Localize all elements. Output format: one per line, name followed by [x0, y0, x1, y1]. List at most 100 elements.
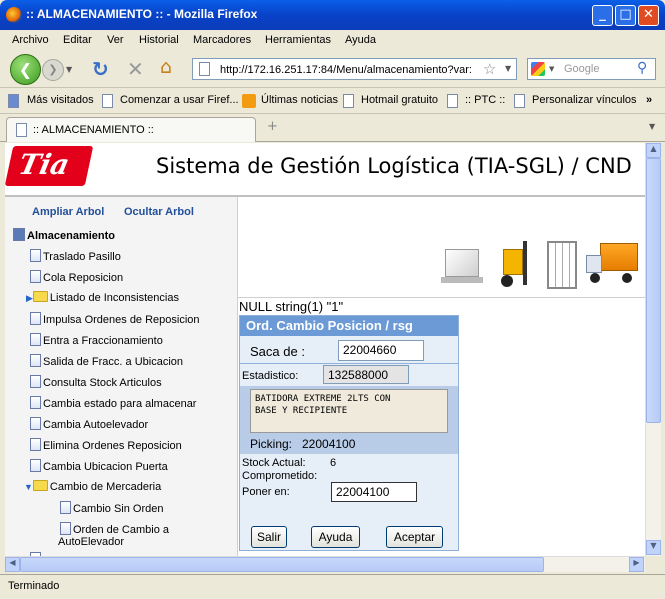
- tree-item-cambia-ubicacion[interactable]: Cambia Ubicacion Puerta: [30, 459, 168, 473]
- tab-label: :: ALMACENAMIENTO ::: [33, 124, 154, 136]
- chevron-right-icon[interactable]: »: [646, 94, 652, 106]
- home-icon[interactable]: ⌂: [160, 56, 172, 78]
- menu-herramientas[interactable]: Herramientas: [265, 34, 331, 46]
- window-title-bar[interactable]: :: ALMACENAMIENTO :: - Mozilla Firefox _…: [0, 0, 665, 30]
- aceptar-button[interactable]: Aceptar: [386, 526, 443, 548]
- menu-bar: Archivo Editar Ver Historial Marcadores …: [0, 30, 665, 50]
- maximize-button[interactable]: □: [615, 5, 636, 26]
- tree-item-cambia-estado[interactable]: Cambia estado para almacenar: [30, 396, 196, 410]
- tree-item-label: Cambia estado para almacenar: [43, 398, 197, 410]
- tree-item-listado-inconsistencias[interactable]: ▶ Listado de Inconsistencias: [26, 291, 179, 304]
- google-icon[interactable]: [531, 62, 545, 76]
- hide-tree-link[interactable]: Ocultar Arbol: [124, 206, 194, 218]
- cage-cart-icon: [547, 241, 577, 289]
- search-icon[interactable]: ⚲: [637, 60, 647, 76]
- estadistico-field: 132588000: [323, 365, 409, 384]
- tree-item-label: Salida de Fracc. a Ubicacion: [43, 356, 184, 368]
- bookmarks-icon: [8, 94, 19, 108]
- menu-ayuda[interactable]: Ayuda: [345, 34, 376, 46]
- tree-item-label: Cambia Ubicacion Puerta: [43, 461, 168, 473]
- search-box[interactable]: ▼ Google ⚲: [527, 58, 656, 80]
- computer-icon: [13, 228, 25, 241]
- document-icon: [30, 375, 41, 388]
- scroll-thumb[interactable]: [646, 158, 661, 423]
- scroll-right-icon[interactable]: ▶: [629, 557, 644, 572]
- expand-arrow-icon[interactable]: ▶: [26, 293, 33, 303]
- scroll-down-icon[interactable]: ▼: [646, 540, 661, 555]
- poner-field[interactable]: 22004100: [331, 482, 417, 502]
- ayuda-button[interactable]: Ayuda: [311, 526, 360, 548]
- truck-icon: [586, 243, 640, 287]
- document-icon: [30, 249, 41, 262]
- description-box: BATIDORA EXTREME 2LTS CON BASE Y RECIPIE…: [250, 389, 448, 433]
- form-panel: Ord. Cambio Posicion / rsg Saca de : 220…: [239, 315, 459, 551]
- forklift-icon: [495, 241, 539, 289]
- menu-marcadores[interactable]: Marcadores: [193, 34, 251, 46]
- tree-item-salida-fracc[interactable]: Salida de Fracc. a Ubicacion: [30, 354, 183, 368]
- description-line-1: BATIDORA EXTREME 2LTS CON: [255, 394, 391, 404]
- bookmark-personalizar[interactable]: Personalizar vínculos: [532, 94, 637, 106]
- tree-subitem-orden-cambio[interactable]: Orden de Cambio a: [60, 522, 169, 536]
- bookmark-star-icon[interactable]: ☆: [483, 60, 496, 78]
- hscroll-thumb[interactable]: [20, 557, 544, 572]
- tree-item-label: Traslado Pasillo: [43, 251, 121, 263]
- bookmark-ultimas-noticias[interactable]: Últimas noticias: [261, 94, 338, 106]
- tab-list-icon[interactable]: ▼: [649, 122, 655, 131]
- search-engine-dropdown-icon[interactable]: ▼: [549, 65, 554, 73]
- bookmark-comenzar[interactable]: Comenzar a usar Firef...: [120, 94, 239, 106]
- tab-almacenamiento[interactable]: :: ALMACENAMIENTO ::: [6, 117, 256, 142]
- tree-root-label: Almacenamiento: [27, 230, 116, 242]
- page-icon: [102, 94, 113, 108]
- tree-item-cambio-mercaderia[interactable]: ▼ Cambio de Mercaderia: [24, 480, 161, 493]
- scroll-left-icon[interactable]: ◀: [5, 557, 20, 572]
- tree-item-traslado-pasillo[interactable]: Traslado Pasillo: [30, 249, 121, 263]
- document-icon: [30, 312, 41, 325]
- document-icon: [30, 270, 41, 283]
- search-placeholder: Google: [564, 63, 600, 75]
- menu-ver[interactable]: Ver: [107, 34, 124, 46]
- saca-field[interactable]: 22004660: [338, 340, 424, 361]
- document-icon: [30, 438, 41, 451]
- tree-item-label: Orden de Cambio a: [73, 524, 169, 536]
- reload-icon[interactable]: ↻: [92, 57, 109, 81]
- description-line-2: BASE Y RECIPIENTE: [255, 406, 348, 416]
- history-dropdown-icon[interactable]: ▼: [66, 65, 72, 74]
- forward-icon[interactable]: ❯: [42, 59, 64, 81]
- page-icon: [447, 94, 458, 108]
- bookmark-ptc[interactable]: :: PTC ::: [465, 94, 505, 106]
- tree-item-cola-reposicion[interactable]: Cola Reposicion: [30, 270, 123, 284]
- tree-item-cambia-autoelevador[interactable]: Cambia Autoelevador: [30, 417, 148, 431]
- menu-historial[interactable]: Historial: [139, 34, 179, 46]
- tree-root[interactable]: Almacenamiento: [13, 228, 115, 242]
- tree-item-consulta-stock[interactable]: Consulta Stock Articulos: [30, 375, 162, 389]
- back-icon[interactable]: ❮: [10, 54, 41, 85]
- tree-subitem-cambio-sin-orden[interactable]: Cambio Sin Orden: [60, 501, 164, 515]
- minimize-button[interactable]: _: [592, 5, 613, 26]
- new-tab-icon[interactable]: +: [267, 119, 278, 134]
- folder-open-icon: [32, 480, 48, 491]
- horizontal-scrollbar[interactable]: ◀ ▶: [5, 556, 645, 572]
- url-dropdown-icon[interactable]: ▼: [505, 64, 511, 73]
- tree-item-label: Cambio Sin Orden: [73, 503, 164, 515]
- page-icon: [343, 94, 354, 108]
- tree-subitem-orden-cambio-line2[interactable]: AutoElevador: [58, 536, 124, 548]
- menu-archivo[interactable]: Archivo: [12, 34, 49, 46]
- bookmark-mas-visitados[interactable]: Más visitados: [27, 94, 94, 106]
- bookmark-hotmail[interactable]: Hotmail gratuito: [361, 94, 438, 106]
- tree-item-elimina-ordenes[interactable]: Elimina Ordenes Reposicion: [30, 438, 182, 452]
- salir-button[interactable]: Salir: [251, 526, 287, 548]
- page-icon: [199, 62, 210, 76]
- tree-item-label: Elimina Ordenes Reposicion: [43, 440, 182, 452]
- tree-item-entra-fraccionamiento[interactable]: Entra a Fraccionamiento: [30, 333, 163, 347]
- document-icon: [30, 354, 41, 367]
- tree-item-impulsa-ordenes[interactable]: Impulsa Ordenes de Reposicion: [30, 312, 200, 326]
- stop-icon[interactable]: ✕: [127, 57, 144, 81]
- vertical-scrollbar[interactable]: ▲ ▼: [645, 143, 661, 556]
- url-text: http://172.16.251.17:84/Menu/almacenamie…: [220, 64, 472, 76]
- bookmarks-toolbar: Más visitados Comenzar a usar Firef... Ú…: [0, 88, 665, 114]
- menu-editar[interactable]: Editar: [63, 34, 92, 46]
- scroll-up-icon[interactable]: ▲: [646, 143, 661, 158]
- collapse-arrow-icon[interactable]: ▼: [24, 482, 33, 492]
- close-button[interactable]: ✕: [638, 5, 659, 26]
- expand-tree-link[interactable]: Ampliar Arbol: [32, 206, 104, 218]
